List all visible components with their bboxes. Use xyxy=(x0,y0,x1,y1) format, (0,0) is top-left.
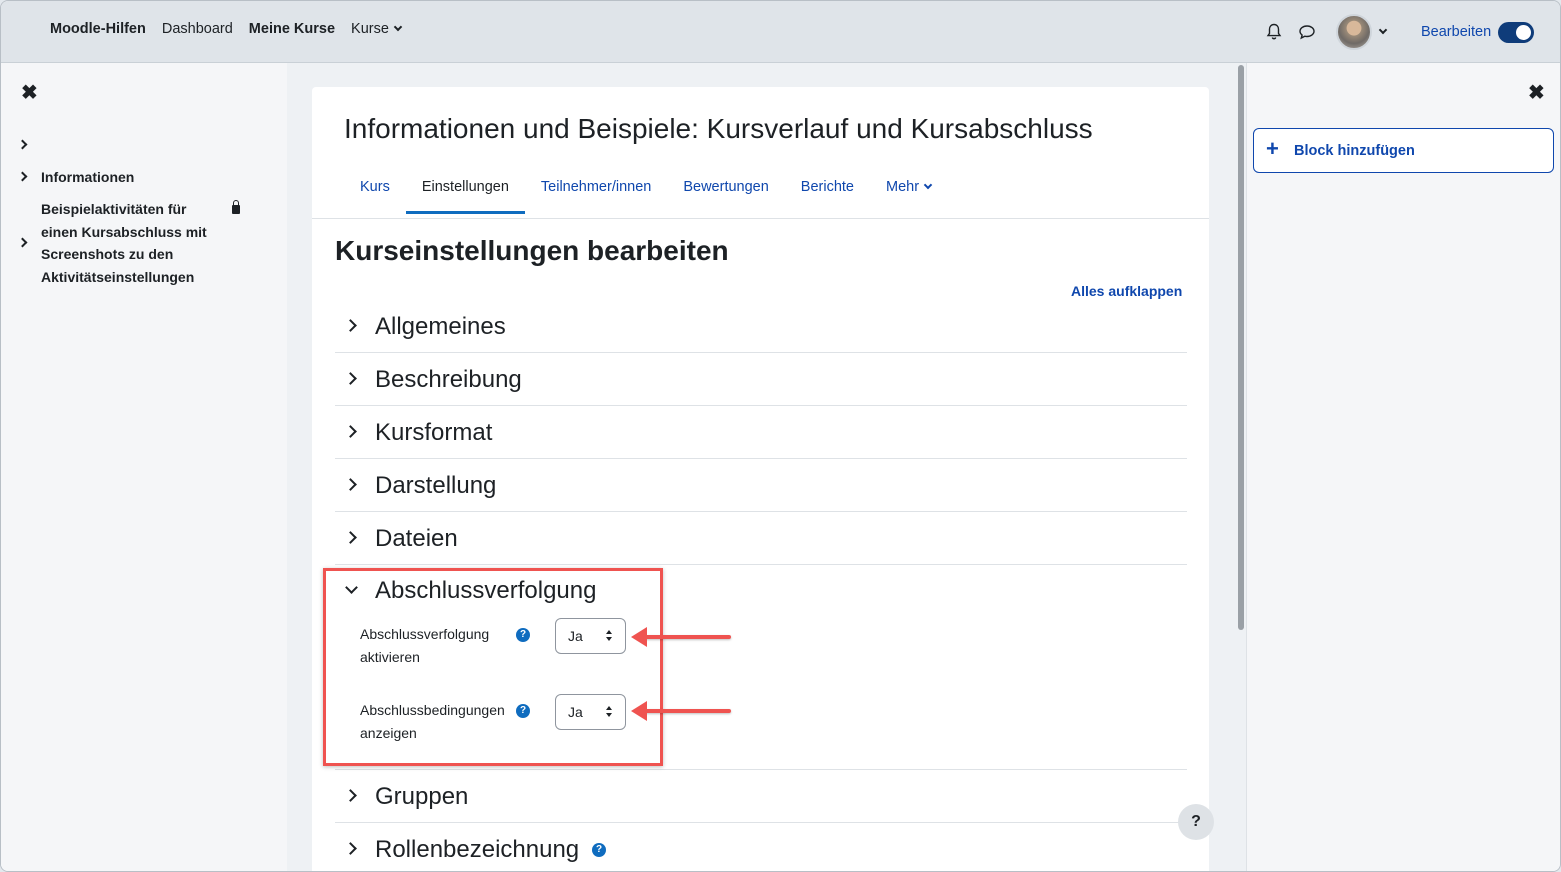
course-index-item-beispielaktivitaeten[interactable]: Beispielaktivitäten für einen Kursabschl… xyxy=(41,198,221,288)
tab-bewertungen[interactable]: Bewertungen xyxy=(667,171,784,214)
course-index-item-informationen[interactable]: Informationen xyxy=(41,166,134,189)
chevron-right-icon xyxy=(344,372,357,385)
edit-mode-label: Bearbeiten xyxy=(1421,24,1492,40)
expand-beispiele-chevron-icon[interactable] xyxy=(17,237,28,248)
tab-kurs[interactable]: Kurs xyxy=(344,171,406,214)
chevron-right-icon xyxy=(344,478,357,491)
tab-mehr-label: Mehr xyxy=(886,179,920,195)
top-navbar: Moodle-Hilfen Dashboard Meine Kurse Kurs… xyxy=(1,1,1560,63)
chevron-down-icon xyxy=(923,180,933,190)
chevron-right-icon xyxy=(344,789,357,802)
select-arrows-icon xyxy=(606,630,613,644)
plus-icon: + xyxy=(1266,136,1279,161)
section-label: Dateien xyxy=(375,525,458,552)
section-beschreibung[interactable]: Beschreibung xyxy=(335,353,1187,406)
chevron-right-icon xyxy=(344,842,357,855)
chevron-down-icon[interactable] xyxy=(345,581,358,594)
section-label: Gruppen xyxy=(375,783,469,810)
tabs-divider xyxy=(312,218,1209,219)
select-value: Ja xyxy=(568,628,583,644)
show-completion-conditions-label: Abschlussbedingungen anzeigen xyxy=(360,699,505,744)
add-block-label: Block hinzufügen xyxy=(1294,143,1415,159)
section-rollenbezeichnung[interactable]: Rollenbezeichnung ? xyxy=(335,823,1187,871)
section-allgemeines[interactable]: Allgemeines xyxy=(335,300,1187,353)
lock-icon xyxy=(232,200,240,214)
course-index-drawer: ✖ Informationen Beispielaktivitäten für … xyxy=(1,63,287,871)
tab-berichte[interactable]: Berichte xyxy=(785,171,870,214)
label-line: aktivieren xyxy=(360,648,420,665)
tab-mehr[interactable]: Mehr xyxy=(870,171,947,214)
user-menu-chevron-down-icon[interactable] xyxy=(1378,25,1388,35)
section-darstellung[interactable]: Darstellung xyxy=(335,459,1187,512)
expand-section-chevron-icon[interactable] xyxy=(17,139,28,150)
main-content: Informationen und Beispiele: Kursverlauf… xyxy=(312,87,1209,871)
edit-mode-toggle[interactable] xyxy=(1498,22,1534,43)
label-line: anzeigen xyxy=(360,724,417,741)
nav-my-courses[interactable]: Meine Kurse xyxy=(249,21,335,37)
nav-courses-menu[interactable]: Kurse xyxy=(351,21,403,37)
annotation-arrow-left-icon xyxy=(631,627,731,647)
user-avatar[interactable] xyxy=(1336,14,1372,50)
section-gruppen[interactable]: Gruppen xyxy=(335,770,1187,823)
notifications-bell-icon[interactable] xyxy=(1266,23,1282,41)
section-kursformat[interactable]: Kursformat xyxy=(335,406,1187,459)
page-title: Informationen und Beispiele: Kursverlauf… xyxy=(344,113,1093,144)
close-course-index-icon[interactable]: ✖ xyxy=(21,83,38,103)
tab-teilnehmer[interactable]: Teilnehmer/innen xyxy=(525,171,667,214)
chevron-down-icon xyxy=(393,22,403,32)
section-label: Rollenbezeichnung xyxy=(375,836,580,863)
section-label: Allgemeines xyxy=(375,313,506,340)
nav-dashboard[interactable]: Dashboard xyxy=(162,21,233,37)
expand-all-link[interactable]: Alles aufklappen xyxy=(1071,283,1182,299)
help-footer-button[interactable]: ? xyxy=(1178,804,1214,840)
help-icon[interactable]: ? xyxy=(592,843,606,857)
app-window: Moodle-Hilfen Dashboard Meine Kurse Kurs… xyxy=(0,0,1561,872)
show-completion-conditions-select[interactable]: Ja xyxy=(555,694,626,730)
section-label: Beschreibung xyxy=(375,366,522,393)
completion-tracking-label: Abschlussverfolgung aktivieren xyxy=(360,623,489,668)
block-drawer: ✖ + Block hinzufügen xyxy=(1246,63,1560,871)
close-block-drawer-icon[interactable]: ✖ xyxy=(1528,83,1545,103)
completion-tracking-select[interactable]: Ja xyxy=(555,618,626,654)
section-label: Kursformat xyxy=(375,419,493,446)
help-icon[interactable]: ? xyxy=(516,628,530,642)
chevron-right-icon xyxy=(344,425,357,438)
primary-navigation: Moodle-Hilfen Dashboard Meine Kurse Kurs… xyxy=(50,21,403,37)
label-line: Abschlussverfolgung xyxy=(360,626,490,642)
add-block-button[interactable]: + Block hinzufügen xyxy=(1253,128,1554,173)
annotation-arrow-left-icon xyxy=(631,701,731,721)
section-dateien[interactable]: Dateien xyxy=(335,512,1187,565)
main-scrollbar[interactable] xyxy=(1238,65,1244,630)
secondary-navigation: Kurs Einstellungen Teilnehmer/innen Bewe… xyxy=(344,171,947,214)
chevron-right-icon xyxy=(344,531,357,544)
section-abschlussverfolgung: Abschlussverfolgung Abschlussverfolgung … xyxy=(335,565,1187,770)
label-line: Abschlussbedingungen xyxy=(360,702,505,718)
tab-einstellungen[interactable]: Einstellungen xyxy=(405,171,525,214)
nav-courses-label: Kurse xyxy=(351,21,389,37)
section-label[interactable]: Abschlussverfolgung xyxy=(375,577,596,605)
site-name[interactable]: Moodle-Hilfen xyxy=(50,21,146,37)
select-arrows-icon xyxy=(606,706,613,720)
expand-informationen-chevron-icon[interactable] xyxy=(17,171,28,182)
section-label: Darstellung xyxy=(375,472,497,499)
page-heading: Kurseinstellungen bearbeiten xyxy=(335,235,729,266)
help-icon[interactable]: ? xyxy=(516,704,530,718)
select-value: Ja xyxy=(568,704,583,720)
messages-chat-icon[interactable] xyxy=(1298,24,1316,40)
chevron-right-icon xyxy=(344,319,357,332)
